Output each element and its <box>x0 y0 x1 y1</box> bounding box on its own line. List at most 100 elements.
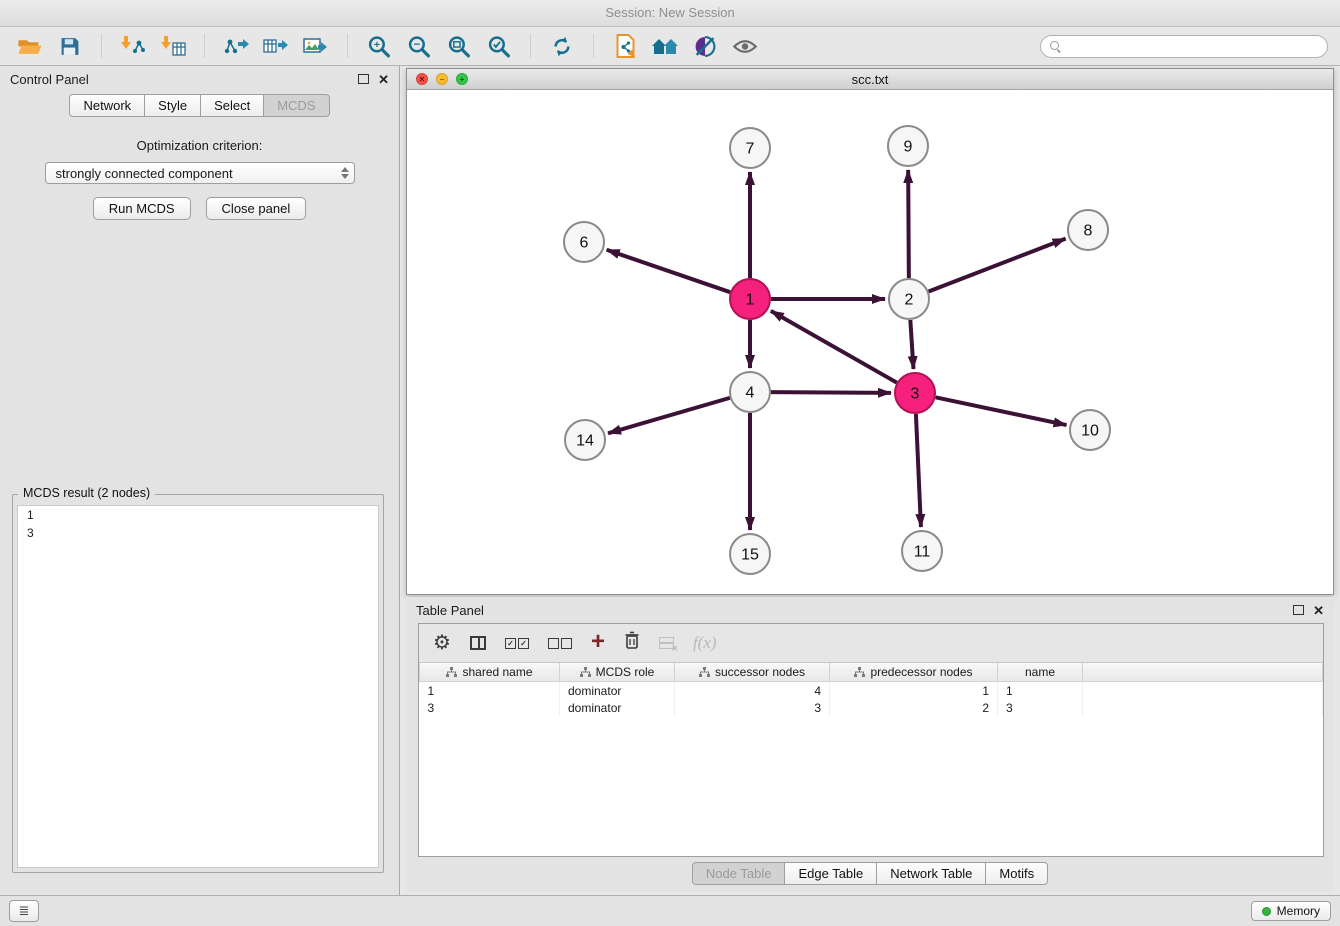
graph-node-14[interactable]: 14 <box>565 420 605 460</box>
table-settings-gear-icon[interactable]: ⚙ <box>433 633 451 653</box>
column-header-predecessor-nodes[interactable]: predecessor nodes <box>830 663 998 682</box>
unselect-all-columns-icon[interactable]: ✓✓ <box>548 638 572 649</box>
cell-successor-nodes[interactable]: 4 <box>675 682 830 700</box>
zoom-in-button[interactable]: + <box>361 30 397 62</box>
network-graph[interactable]: 7 9 6 8 1 2 4 3 14 10 15 11 <box>407 90 1333 594</box>
criterion-select[interactable]: strongly connected component <box>45 162 355 184</box>
close-panel-button[interactable]: Close panel <box>206 197 307 220</box>
cell-mcds-role[interactable]: dominator <box>560 699 675 716</box>
mcds-result-groupbox: MCDS result (2 nodes) 1 3 <box>12 494 384 873</box>
cell-predecessor-nodes[interactable]: 1 <box>830 682 998 700</box>
eye-icon <box>732 39 758 54</box>
tab-select[interactable]: Select <box>200 94 264 117</box>
graph-node-7[interactable]: 7 <box>730 128 770 168</box>
graph-edge-1-6[interactable] <box>607 250 730 292</box>
tab-node-table[interactable]: Node Table <box>692 862 786 885</box>
home-icon <box>650 36 680 56</box>
float-table-panel-icon[interactable] <box>1293 605 1304 615</box>
cell-shared-name[interactable]: 1 <box>420 682 560 700</box>
tab-motifs[interactable]: Motifs <box>985 862 1048 885</box>
main-area: Control Panel ✕ Network Style Select MCD… <box>0 66 1340 895</box>
close-table-panel-icon[interactable]: ✕ <box>1313 604 1324 617</box>
delete-rows-trash-icon[interactable] <box>624 631 640 655</box>
zoom-selected-button[interactable] <box>481 30 517 62</box>
svg-text:−: − <box>414 38 421 50</box>
mcds-result-list[interactable]: 1 3 <box>17 505 379 868</box>
graph-node-3[interactable]: 3 <box>895 373 935 413</box>
import-network-button[interactable] <box>115 30 151 62</box>
graph-edge-4-14[interactable] <box>608 398 730 433</box>
float-panel-icon[interactable] <box>358 74 369 84</box>
control-panel-tabs: Network Style Select MCDS <box>0 94 399 117</box>
graph-node-1[interactable]: 1 <box>730 279 770 319</box>
search-input[interactable] <box>1067 38 1318 54</box>
table-row[interactable]: 1 dominator 4 1 1 <box>420 682 1323 700</box>
cell-mcds-role[interactable]: dominator <box>560 682 675 700</box>
tab-network[interactable]: Network <box>69 94 145 117</box>
optimization-criterion-label: Optimization criterion: <box>0 138 399 153</box>
network-window-title: scc.txt <box>852 72 889 87</box>
save-session-button[interactable] <box>52 30 88 62</box>
import-network-icon <box>120 35 146 57</box>
graph-node-8[interactable]: 8 <box>1068 210 1108 250</box>
close-window-button[interactable]: ✕ <box>416 73 428 85</box>
column-header-shared-name[interactable]: shared name <box>420 663 560 682</box>
task-history-button[interactable]: ≣ <box>9 900 39 922</box>
mcds-result-item[interactable]: 1 <box>18 506 378 524</box>
svg-text:15: 15 <box>741 547 759 564</box>
tab-edge-table[interactable]: Edge Table <box>784 862 877 885</box>
graph-edge-3-10[interactable] <box>936 397 1067 425</box>
column-header-name[interactable]: name <box>998 663 1083 682</box>
zoom-window-button[interactable]: + <box>456 73 468 85</box>
svg-text:11: 11 <box>914 544 931 561</box>
select-all-columns-icon[interactable]: ✓✓ <box>505 638 529 649</box>
graph-node-6[interactable]: 6 <box>564 222 604 262</box>
tab-mcds[interactable]: MCDS <box>263 94 329 117</box>
column-header-successor-nodes[interactable]: successor nodes <box>675 663 830 682</box>
graph-edge-3-1[interactable] <box>771 311 897 383</box>
graph-node-15[interactable]: 15 <box>730 534 770 574</box>
export-image-button[interactable] <box>298 30 334 62</box>
graph-node-2[interactable]: 2 <box>889 279 929 319</box>
table-row[interactable]: 3 dominator 3 2 3 <box>420 699 1323 716</box>
memory-button[interactable]: Memory <box>1251 901 1331 921</box>
tab-style[interactable]: Style <box>144 94 201 117</box>
create-column-plus-icon[interactable]: + <box>591 630 605 654</box>
minimize-window-button[interactable]: − <box>436 73 448 85</box>
graph-node-4[interactable]: 4 <box>730 372 770 412</box>
cell-predecessor-nodes[interactable]: 2 <box>830 699 998 716</box>
cell-name[interactable]: 1 <box>998 682 1083 700</box>
run-mcds-button[interactable]: Run MCDS <box>93 197 191 220</box>
tab-network-table[interactable]: Network Table <box>876 862 986 885</box>
graph-node-11[interactable]: 11 <box>902 531 942 571</box>
select-stepper-icon <box>337 167 349 179</box>
cell-name[interactable]: 3 <box>998 699 1083 716</box>
cell-shared-name[interactable]: 3 <box>420 699 560 716</box>
open-file-button[interactable] <box>12 30 48 62</box>
new-network-from-selection-button[interactable] <box>607 30 643 62</box>
network-canvas[interactable]: 7 9 6 8 1 2 4 3 14 10 15 11 <box>407 90 1333 594</box>
graph-node-9[interactable]: 9 <box>888 126 928 166</box>
home-button[interactable] <box>647 30 683 62</box>
svg-text:10: 10 <box>1081 423 1099 440</box>
graph-edge-3-11[interactable] <box>916 414 921 527</box>
import-table-button[interactable] <box>155 30 191 62</box>
graph-edge-4-3[interactable] <box>771 392 891 393</box>
export-table-button[interactable] <box>258 30 294 62</box>
graph-node-10[interactable]: 10 <box>1070 410 1110 450</box>
show-graphics-details-button[interactable] <box>687 30 723 62</box>
export-network-button[interactable] <box>218 30 254 62</box>
show-hide-panel-button[interactable] <box>727 30 763 62</box>
mcds-result-item[interactable]: 3 <box>18 524 378 542</box>
list-icon: ≣ <box>19 903 30 919</box>
apply-layout-button[interactable] <box>544 30 580 62</box>
graph-edge-2-8[interactable] <box>929 239 1066 292</box>
close-panel-icon[interactable]: ✕ <box>378 73 389 86</box>
column-header-mcds-role[interactable]: MCDS role <box>560 663 675 682</box>
show-columns-icon[interactable] <box>470 636 486 650</box>
cell-successor-nodes[interactable]: 3 <box>675 699 830 716</box>
zoom-fit-button[interactable] <box>441 30 477 62</box>
graph-edge-2-3[interactable] <box>910 320 913 369</box>
graph-edge-2-9[interactable] <box>908 170 909 278</box>
zoom-out-button[interactable]: − <box>401 30 437 62</box>
